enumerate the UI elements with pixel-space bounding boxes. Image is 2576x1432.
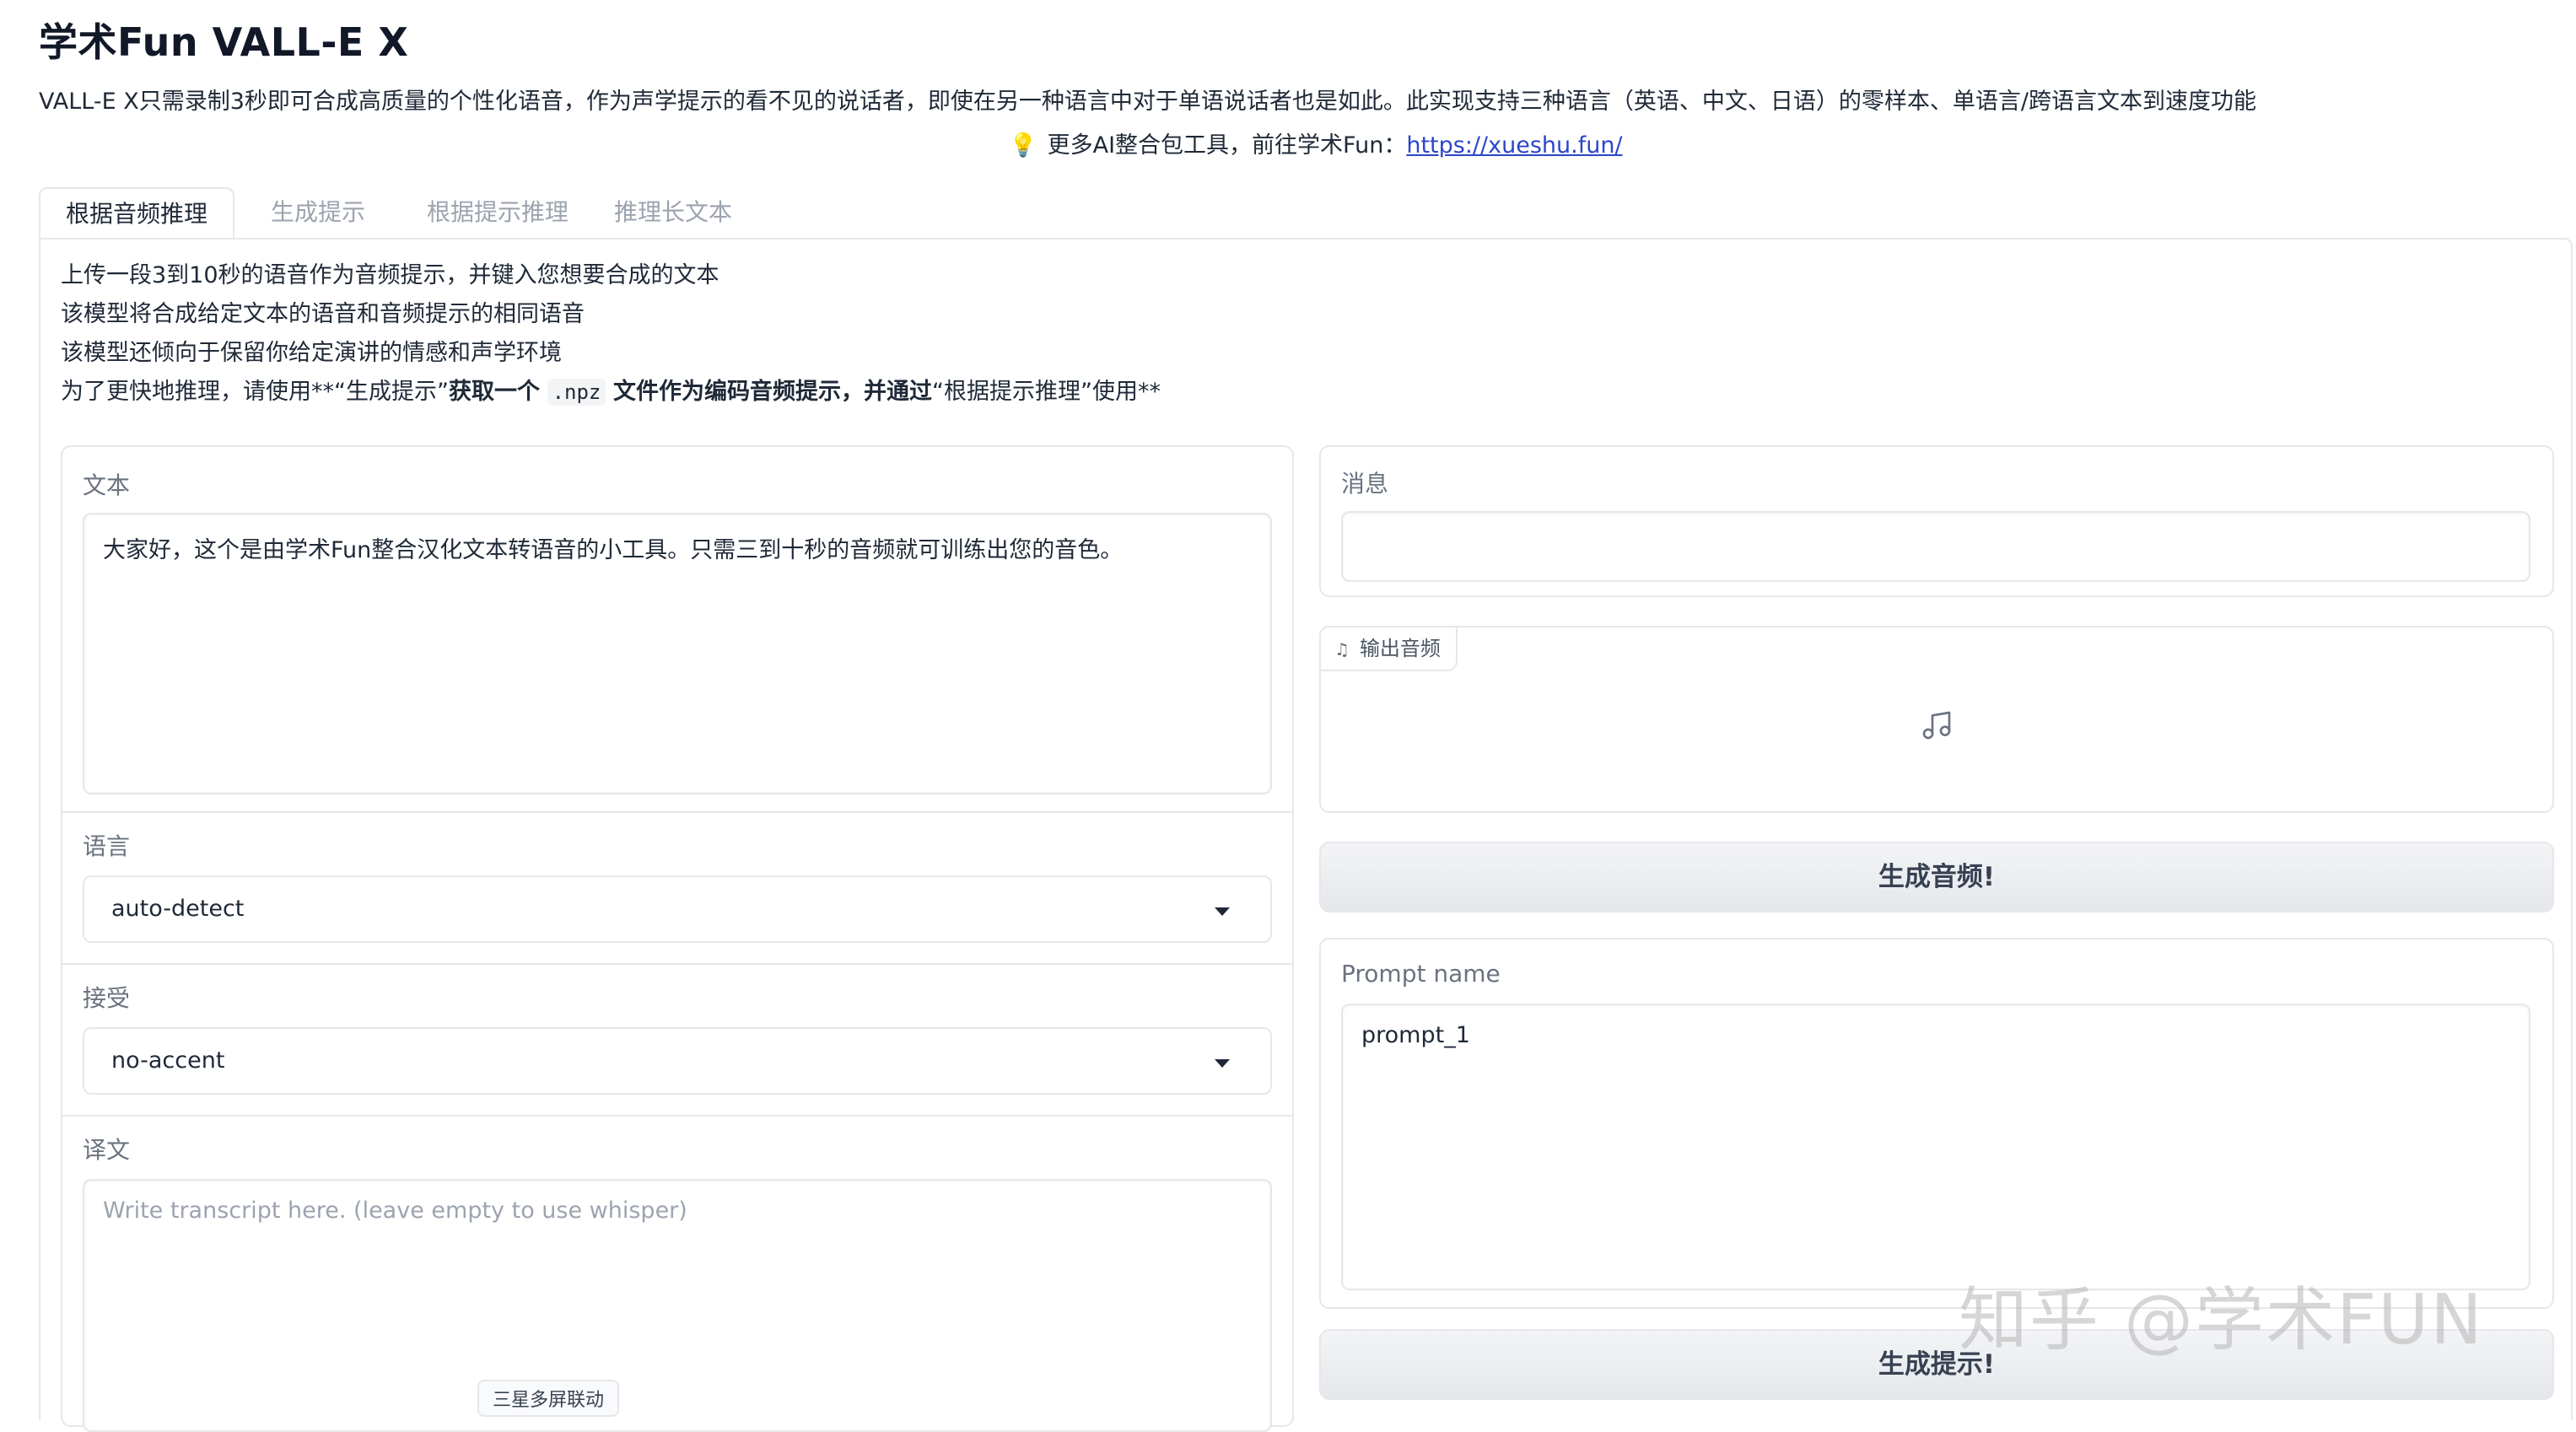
- message-label: 消息: [1341, 470, 1389, 498]
- language-label: 语言: [83, 832, 131, 860]
- text-input[interactable]: 大家好，这个是由学术Fun整合汉化文本转语音的小工具。只需三到十秒的音频就可训练…: [83, 513, 1272, 794]
- watermark-text: 知乎 @学术FUN: [1959, 1280, 2484, 1360]
- tip-text: 更多AI整合包工具，前往学术Fun：: [1047, 132, 1407, 159]
- accent-label: 接受: [83, 984, 131, 1012]
- intro-line: 为了更快地推理，请使用**“生成提示”获取一个 .npz 文件作为编码音频提示，…: [61, 379, 1161, 406]
- intro-text: 上传一段3到10秒的语音作为音频提示，并键入您想要合成的文本 该模型将合成给定文…: [61, 256, 1161, 412]
- accent-value: no-accent: [111, 1047, 225, 1074]
- accent-block: 接受 no-accent: [62, 963, 1292, 1117]
- xueshu-link[interactable]: https://xueshu.fun/: [1406, 132, 1622, 159]
- intro-line: 该模型将合成给定文本的语音和音频提示的相同语音: [61, 301, 585, 327]
- transcript-label: 译文: [83, 1136, 131, 1164]
- tab-infer-long-text[interactable]: 推理长文本: [614, 187, 732, 238]
- language-value: auto-detect: [111, 896, 245, 922]
- text-label: 文本: [83, 471, 131, 499]
- chevron-down-icon: [1215, 907, 1230, 916]
- music-note-icon: ♫: [1334, 639, 1350, 659]
- text-block: 文本 大家好，这个是由学术Fun整合汉化文本转语音的小工具。只需三到十秒的音频就…: [62, 447, 1292, 813]
- tip-line: 💡 更多AI整合包工具，前往学术Fun：https://xueshu.fun/: [1009, 127, 1623, 159]
- transcript-block: 译文 Write transcript here. (leave empty t…: [62, 1115, 1292, 1432]
- app-description: VALL-E X只需录制3秒即可合成高质量的个性化语音，作为声学提示的看不见的说…: [39, 89, 2256, 115]
- chevron-down-icon: [1215, 1059, 1230, 1068]
- tab-infer-from-audio[interactable]: 根据音频推理: [39, 187, 235, 241]
- message-output[interactable]: [1341, 511, 2530, 582]
- intro-line: 该模型还倾向于保留你给定演讲的情感和声学环境: [61, 340, 562, 366]
- transcript-input[interactable]: Write transcript here. (leave empty to u…: [83, 1179, 1272, 1432]
- prompt-name-input[interactable]: prompt_1: [1341, 1004, 2530, 1290]
- generate-audio-button[interactable]: 生成音频!: [1319, 842, 2554, 912]
- app-title: 学术Fun VALL-E X: [39, 19, 409, 65]
- music-icon: [1922, 711, 1951, 740]
- language-block: 语言 auto-detect: [62, 811, 1292, 965]
- tab-infer-from-prompt[interactable]: 根据提示推理: [427, 187, 569, 238]
- transcript-placeholder: Write transcript here. (leave empty to u…: [103, 1198, 687, 1224]
- accent-select[interactable]: no-accent: [83, 1027, 1272, 1095]
- output-audio-card: ♫ 输出音频: [1319, 626, 2554, 813]
- output-audio-tag: ♫ 输出音频: [1319, 626, 1458, 671]
- prompt-name-card: Prompt name prompt_1: [1319, 938, 2554, 1309]
- prompt-name-label: Prompt name: [1341, 960, 1501, 988]
- floating-tag: 三星多屏联动: [477, 1380, 620, 1417]
- language-select[interactable]: auto-detect: [83, 875, 1272, 943]
- output-audio-label: 输出音频: [1359, 637, 1441, 660]
- message-card: 消息: [1319, 445, 2554, 597]
- lightbulb-icon: 💡: [1009, 132, 1037, 159]
- tab-make-prompt[interactable]: 生成提示: [271, 187, 365, 238]
- intro-line: 上传一段3到10秒的语音作为音频提示，并键入您想要合成的文本: [61, 262, 719, 288]
- input-panel: 文本 大家好，这个是由学术Fun整合汉化文本转语音的小工具。只需三到十秒的音频就…: [61, 445, 1294, 1432]
